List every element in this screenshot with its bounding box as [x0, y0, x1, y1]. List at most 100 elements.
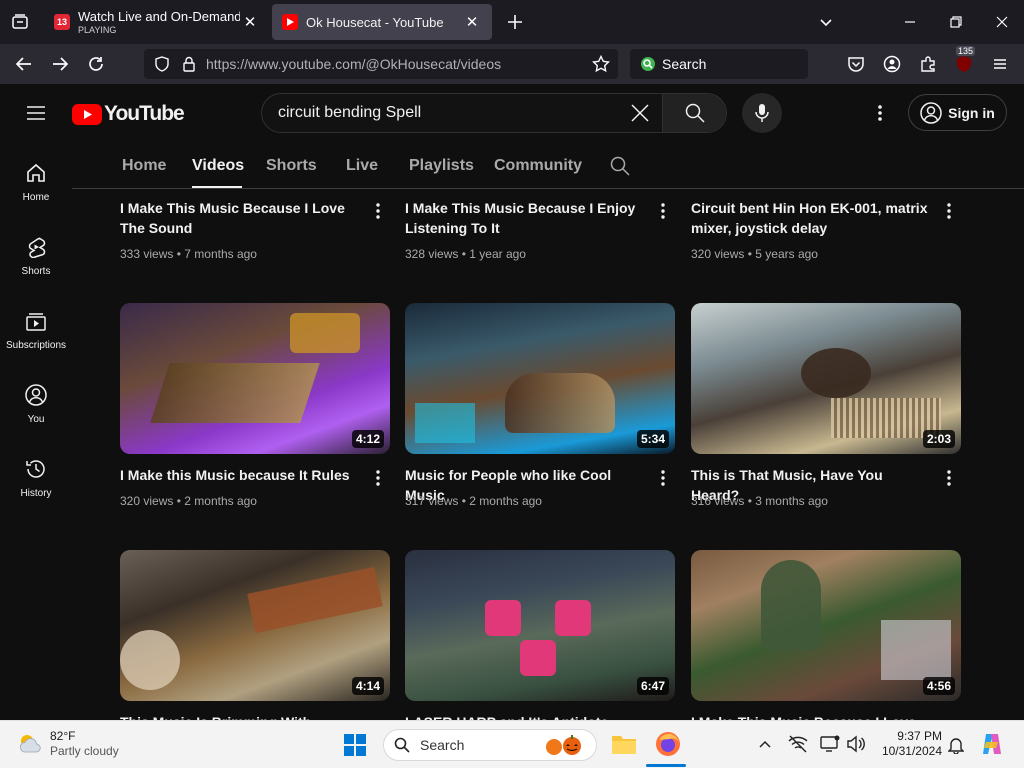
video-title[interactable]: I Make This Music Because I Love The Sou… [120, 198, 362, 238]
video-more-icon[interactable] [653, 466, 673, 490]
voice-search-button[interactable] [742, 93, 782, 133]
meta-separator: • [176, 247, 181, 261]
channel-search-icon[interactable] [610, 156, 630, 176]
video-title[interactable]: I Make this Music because It Rules [120, 465, 362, 485]
copilot-icon[interactable] [980, 732, 1004, 756]
view-count: 316 views [691, 494, 745, 508]
tab-close-icon[interactable]: ✕ [240, 13, 260, 31]
video-title[interactable]: I Make This Music Because I Love [691, 712, 933, 720]
sidebar-item-shorts[interactable]: Shorts [0, 236, 72, 277]
reload-icon[interactable] [84, 52, 108, 76]
account-icon[interactable] [880, 52, 904, 76]
new-tab-icon[interactable] [503, 10, 527, 34]
youtube-search-input[interactable] [262, 94, 622, 132]
view-count: 328 views [405, 247, 459, 261]
close-window-icon[interactable] [990, 10, 1014, 34]
sidebar-item-subscriptions[interactable]: Subscriptions [0, 310, 72, 351]
volume-icon[interactable] [846, 735, 866, 753]
clock[interactable]: 9:37 PM 10/31/2024 [876, 729, 942, 759]
restore-icon[interactable] [944, 10, 968, 34]
forward-icon[interactable] [48, 52, 72, 76]
weather-condition: Partly cloudy [50, 744, 119, 758]
taskbar-search[interactable]: Search [383, 729, 597, 761]
temperature: 82°F [50, 729, 76, 743]
tab-home[interactable]: Home [122, 157, 166, 175]
sidebar-item-label: History [20, 488, 52, 499]
video-thumbnail[interactable]: 4:12 [120, 303, 390, 454]
bookmark-star-icon[interactable] [592, 55, 610, 73]
microphone-icon [755, 104, 769, 122]
notifications-bell-icon[interactable] [948, 736, 964, 754]
tab-live[interactable]: Live [346, 157, 378, 175]
display-icon[interactable] [820, 735, 840, 753]
video-more-icon[interactable] [368, 199, 388, 223]
video-duration: 4:12 [351, 430, 384, 448]
upload-age: 2 months ago [184, 494, 257, 508]
start-icon[interactable] [343, 733, 367, 757]
app-menu-icon[interactable] [988, 52, 1012, 76]
extensions-icon[interactable] [916, 52, 940, 76]
video-grid: I Make This Music Because I Love The Sou… [72, 190, 1024, 720]
video-thumbnail[interactable]: 4:56 [691, 550, 961, 701]
tab-close-icon[interactable]: ✕ [462, 13, 482, 31]
youtube-search-button[interactable] [662, 94, 726, 132]
video-duration: 5:34 [636, 430, 669, 448]
list-all-tabs-icon[interactable] [814, 10, 838, 34]
minimize-icon[interactable] [898, 10, 922, 34]
lock-icon[interactable] [182, 56, 196, 72]
view-count: 320 views [691, 247, 745, 261]
tab-overview-icon[interactable] [8, 10, 32, 34]
tab-playing-label: PLAYING [78, 25, 117, 35]
file-explorer-icon[interactable] [611, 732, 637, 756]
video-title[interactable]: LASER HARP and It's Antidote [405, 712, 647, 720]
weather-widget[interactable]: 82°F Partly cloudy [16, 729, 119, 759]
firefox-taskbar-icon[interactable] [655, 731, 681, 757]
guide-menu-icon[interactable] [24, 101, 48, 125]
clear-search-icon[interactable] [630, 103, 650, 123]
search-engine-icon[interactable] [640, 56, 656, 72]
video-title[interactable]: This Music Is Brimming With Something [120, 712, 362, 720]
tab-shorts[interactable]: Shorts [266, 157, 317, 175]
video-more-icon[interactable] [368, 466, 388, 490]
sign-in-button[interactable]: Sign in [908, 94, 1007, 131]
search-placeholder: Search [662, 56, 707, 72]
tab-videos[interactable]: Videos [192, 157, 244, 175]
address-bar[interactable]: https://www.youtube.com/@OkHousecat/vide… [144, 49, 618, 79]
pocket-icon[interactable] [844, 52, 868, 76]
video-more-icon[interactable] [653, 199, 673, 223]
channel-tabs: Home Videos Shorts Live Playlists Commun… [72, 142, 1024, 189]
network-status-icon[interactable] [788, 735, 808, 753]
home-icon [27, 163, 45, 182]
tab-playlists[interactable]: Playlists [409, 157, 474, 175]
meta-separator: • [461, 494, 466, 508]
browser-tab-youtube[interactable]: Ok Housecat - YouTube ✕ [272, 4, 492, 40]
video-thumbnail[interactable]: 6:47 [405, 550, 675, 701]
clock-time: 9:37 PM [897, 729, 942, 743]
back-icon[interactable] [12, 52, 36, 76]
video-thumbnail[interactable]: 2:03 [691, 303, 961, 454]
video-title[interactable]: Circuit bent Hin Hon EK-001, matrix mixe… [691, 198, 933, 238]
url-text[interactable]: https://www.youtube.com/@OkHousecat/vide… [206, 56, 501, 72]
tab-title-text: Watch Live and On-Demand Vi [78, 9, 240, 24]
browser-search-field[interactable]: Search [630, 49, 808, 79]
tab-community[interactable]: Community [494, 157, 582, 175]
video-duration: 2:03 [922, 430, 955, 448]
video-metadata: 317 views • 2 months ago [405, 494, 542, 508]
video-thumbnail[interactable]: 5:34 [405, 303, 675, 454]
browser-tab-strip: 13 Watch Live and On-Demand Vi PLAYING ✕… [0, 0, 1024, 44]
upload-age: 3 months ago [755, 494, 828, 508]
show-hidden-icons-icon[interactable] [758, 737, 772, 751]
video-more-icon[interactable] [939, 199, 959, 223]
ublock-extension-icon[interactable]: 135 [952, 46, 976, 76]
mini-guide-sidebar: Home Shorts Subscriptions You History [0, 142, 72, 720]
sidebar-item-you[interactable]: You [0, 384, 72, 425]
settings-more-icon[interactable] [868, 101, 892, 125]
video-more-icon[interactable] [939, 466, 959, 490]
tracking-protection-icon[interactable] [154, 56, 170, 72]
youtube-logo[interactable]: YouTube [72, 102, 185, 126]
video-title[interactable]: I Make This Music Because I Enjoy Listen… [405, 198, 647, 238]
video-thumbnail[interactable]: 4:14 [120, 550, 390, 701]
sidebar-item-history[interactable]: History [0, 458, 72, 499]
sidebar-item-home[interactable]: Home [0, 162, 72, 203]
browser-tab-live[interactable]: 13 Watch Live and On-Demand Vi PLAYING ✕ [44, 0, 270, 44]
